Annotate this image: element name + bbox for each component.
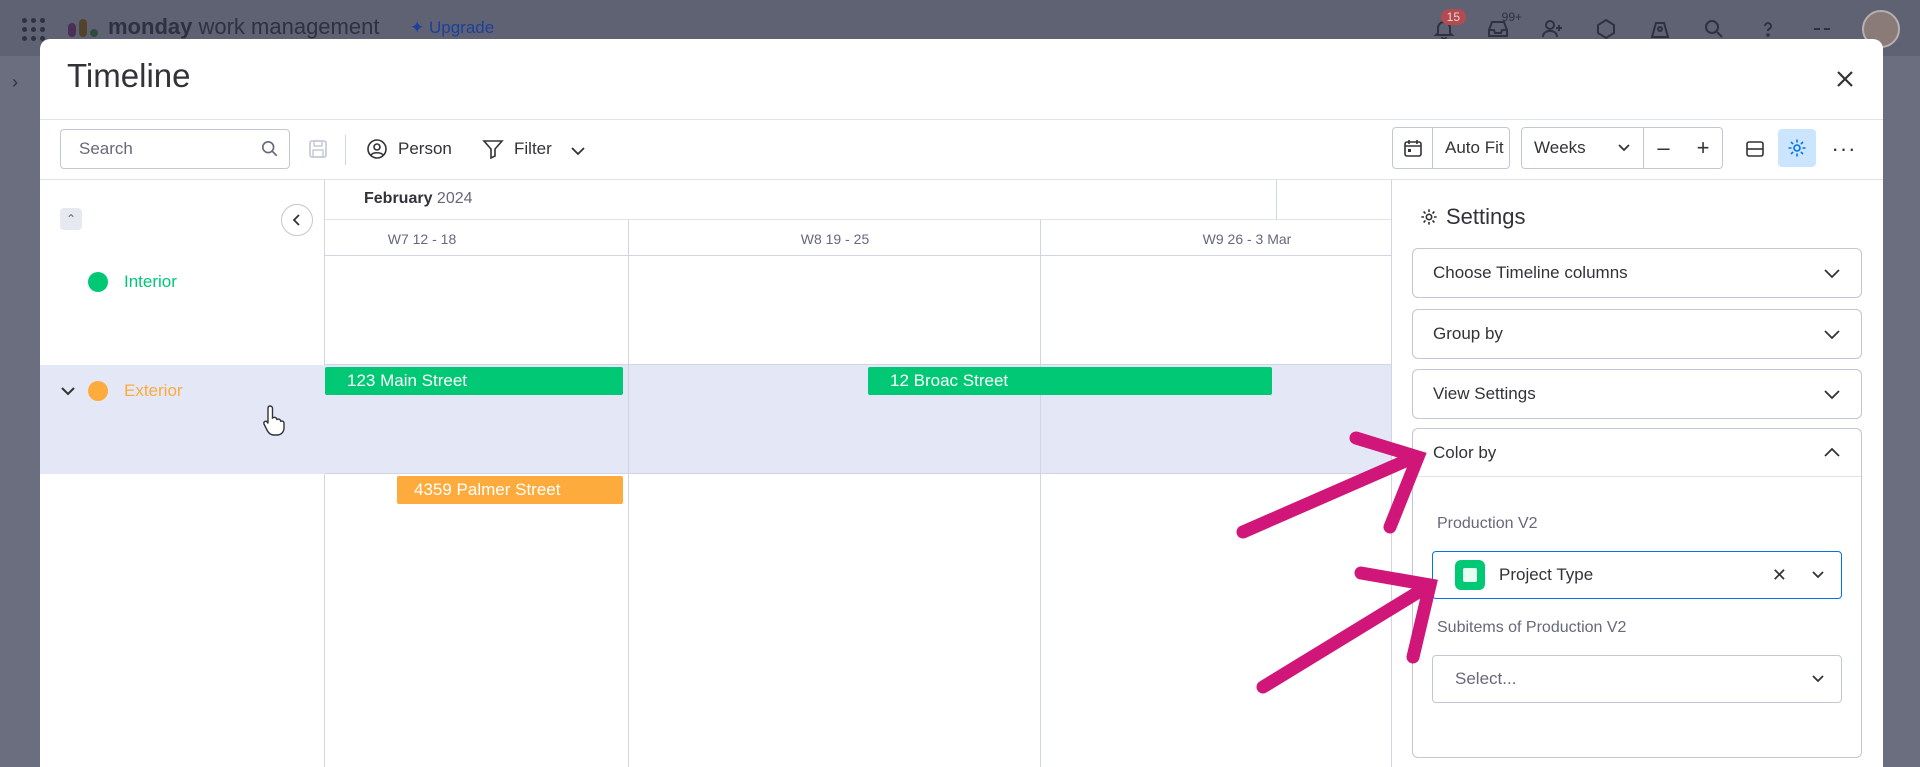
gear-icon — [1788, 139, 1806, 157]
month-header: February 2024 — [325, 180, 1391, 220]
save-view-icon[interactable] — [308, 139, 328, 159]
status-column-icon — [1455, 560, 1485, 590]
brand[interactable]: monday work management — [68, 14, 379, 40]
timeline-item[interactable]: 123 Main Street — [325, 367, 623, 395]
chevron-left-icon — [292, 214, 300, 226]
week-gridline — [628, 220, 629, 767]
close-icon — [1837, 71, 1853, 87]
subitems-color-select[interactable]: Select... — [1432, 655, 1842, 703]
search-input[interactable] — [61, 130, 241, 168]
notifications-badge: 15 — [1440, 9, 1466, 25]
filter-label: Filter — [514, 139, 552, 158]
chevron-down-icon — [1824, 330, 1840, 340]
toolbar: Person Filter Auto Fit Weeks – + · — [40, 127, 1883, 181]
search-icon[interactable] — [261, 140, 279, 158]
week-gridline — [1040, 220, 1041, 767]
collapse-all-icon[interactable]: ⌃ — [60, 208, 82, 230]
groups-column: ⌃ Interior Exterior — [40, 180, 325, 767]
week-label: W7 12 - 18 — [387, 231, 457, 247]
select-value: Project Type — [1499, 565, 1594, 584]
clear-icon[interactable]: ✕ — [1772, 565, 1787, 586]
accordion-group-by[interactable]: Group by — [1412, 309, 1862, 359]
hand-cursor-icon — [263, 405, 285, 436]
sparkle-icon: ✦ — [410, 18, 429, 37]
zoom-out-button[interactable]: – — [1644, 128, 1683, 168]
accordion-color-by: Color by Production V2 Project Type ✕ Su… — [1412, 428, 1862, 758]
chevron-down-icon — [1824, 269, 1840, 279]
auto-fit-button[interactable]: Auto Fit — [1392, 127, 1510, 169]
modal-title: Timeline — [67, 57, 191, 94]
gear-icon — [1421, 209, 1437, 225]
person-label: Person — [398, 139, 452, 158]
week-label: W8 19 - 25 — [800, 231, 870, 247]
settings-button[interactable] — [1778, 129, 1816, 167]
sidebar-expand-icon[interactable]: › — [12, 72, 18, 93]
settings-title: Settings — [1446, 204, 1526, 229]
more-options-button[interactable]: ··· — [1826, 131, 1862, 167]
timeline-grid: February 2024 W7 12 - 18 W8 19 - 25 W9 2… — [325, 180, 1391, 767]
chevron-down-icon — [1812, 571, 1824, 579]
group-name: Exterior — [124, 381, 183, 400]
timeline-row-interior — [325, 256, 1391, 365]
accordion-label: Choose Timeline columns — [1433, 263, 1628, 282]
select-placeholder: Select... — [1455, 669, 1517, 688]
accordion-view-settings[interactable]: View Settings — [1412, 369, 1862, 419]
scroll-back-button[interactable] — [281, 204, 313, 236]
settings-header: Settings — [1420, 204, 1526, 230]
timescale-select[interactable]: Weeks — [1522, 128, 1644, 168]
group-name: Interior — [124, 272, 177, 291]
person-filter-button[interactable]: Person — [366, 131, 452, 167]
chevron-down-icon[interactable] — [570, 143, 586, 159]
timeline-modal: Timeline Person Filter Auto Fit — [40, 39, 1883, 767]
inbox-badge: 99+ — [1501, 10, 1522, 24]
calendar-icon[interactable] — [1393, 128, 1433, 168]
timescale-value: Weeks — [1534, 138, 1586, 157]
filter-button[interactable]: Filter — [482, 131, 586, 167]
split-view-button[interactable] — [1737, 131, 1773, 167]
timescale-controls: Weeks – + — [1521, 127, 1723, 169]
split-view-icon — [1746, 141, 1764, 157]
settings-panel: Settings Choose Timeline columns Group b… — [1391, 180, 1883, 767]
timeline-item[interactable]: 12 Broac Street — [868, 367, 1272, 395]
week-label: W9 26 - 3 Mar — [1202, 231, 1292, 247]
accordion-header[interactable]: Color by — [1413, 429, 1861, 477]
close-button[interactable] — [1831, 65, 1859, 93]
timeline-item[interactable]: 4359 Palmer Street — [397, 476, 623, 504]
subitems-column-label: Subitems of Production V2 — [1437, 619, 1627, 636]
divider — [40, 119, 1883, 120]
week-header: W7 12 - 18 W8 19 - 25 W9 26 - 3 Mar — [325, 220, 1391, 256]
chevron-up-icon — [1824, 447, 1840, 457]
brand-name: monday work management — [108, 14, 380, 39]
group-label: Interior — [88, 272, 177, 292]
zoom-in-button[interactable]: + — [1683, 128, 1722, 168]
upgrade-link[interactable]: ✦ Upgrade — [410, 18, 494, 38]
month-label: February 2024 — [364, 190, 473, 207]
chevron-down-icon — [1812, 675, 1824, 683]
accordion-timeline-columns[interactable]: Choose Timeline columns — [1412, 248, 1862, 298]
divider — [345, 135, 346, 165]
color-by-column-select[interactable]: Project Type ✕ — [1432, 551, 1842, 599]
auto-fit-label: Auto Fit — [1445, 138, 1504, 157]
filter-icon — [482, 140, 504, 160]
group-color-dot — [88, 381, 108, 401]
accordion-label: Color by — [1433, 442, 1497, 462]
chevron-down-icon — [1824, 390, 1840, 400]
group-label: Exterior — [88, 381, 183, 401]
person-icon — [367, 139, 387, 159]
divider — [1276, 180, 1277, 220]
search-box — [60, 129, 290, 169]
monday-logo-icon — [68, 17, 100, 37]
apps-grid-icon[interactable] — [22, 18, 46, 42]
group-row-interior[interactable]: Interior — [40, 256, 325, 365]
accordion-label: Group by — [1433, 324, 1503, 343]
group-color-dot — [88, 272, 108, 292]
board-column-label: Production V2 — [1437, 515, 1538, 532]
chevron-down-icon[interactable] — [60, 383, 76, 399]
accordion-label: View Settings — [1433, 384, 1536, 403]
chevron-down-icon — [1618, 144, 1630, 152]
